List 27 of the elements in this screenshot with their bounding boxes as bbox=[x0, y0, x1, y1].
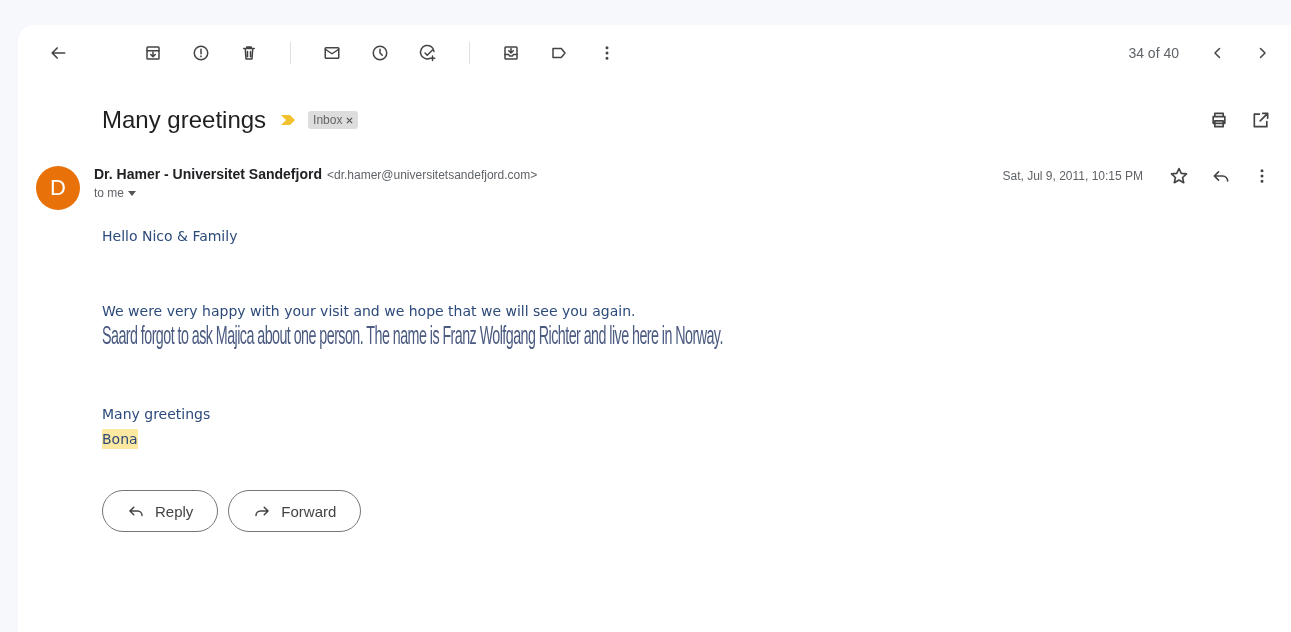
open-in-new-window-icon[interactable] bbox=[1251, 110, 1271, 130]
trash-icon[interactable] bbox=[240, 43, 258, 62]
distorted-body-text: Saard forgot to ask Majica about one person. The name is Franz Wolfgang Richter and live here in Norway. bbox=[102, 320, 723, 350]
forward-button[interactable]: Forward bbox=[228, 490, 362, 532]
caret-icon[interactable] bbox=[128, 190, 136, 196]
message-date: Sat, Jul 9, 2011, 10:15 PM bbox=[1002, 169, 1143, 183]
sender-avatar: D bbox=[36, 166, 80, 210]
sender-email: <dr.hamer@universitetsandefjord.com> bbox=[326, 168, 538, 182]
sender-name: Dr. Hamer - Universitet Sandefjord bbox=[94, 166, 322, 182]
recipient-text: to me bbox=[94, 186, 124, 200]
inbox-label: Inbox bbox=[308, 111, 359, 129]
archive-icon[interactable] bbox=[144, 43, 162, 62]
highlighted-signature: Bona bbox=[102, 429, 138, 449]
importance-marker-icon[interactable] bbox=[280, 114, 297, 126]
move-to-icon[interactable] bbox=[502, 43, 520, 62]
reply-button[interactable]: Reply bbox=[102, 490, 219, 532]
print-icon[interactable] bbox=[1209, 110, 1229, 130]
close-icon[interactable] bbox=[346, 116, 354, 124]
report-spam-icon[interactable] bbox=[192, 43, 210, 62]
body-text: Many greetings bbox=[102, 406, 211, 422]
body-text: We were very happy with your visit and we hope that we will see you again. bbox=[102, 303, 636, 319]
star-icon[interactable] bbox=[1169, 166, 1189, 186]
message-position: 34 of 40 bbox=[1128, 44, 1179, 61]
email-subject: Many greetings bbox=[102, 106, 267, 134]
clock-icon[interactable] bbox=[371, 43, 389, 62]
add-task-icon[interactable] bbox=[419, 43, 437, 62]
body-text: Hello Nico & Family bbox=[102, 228, 238, 244]
